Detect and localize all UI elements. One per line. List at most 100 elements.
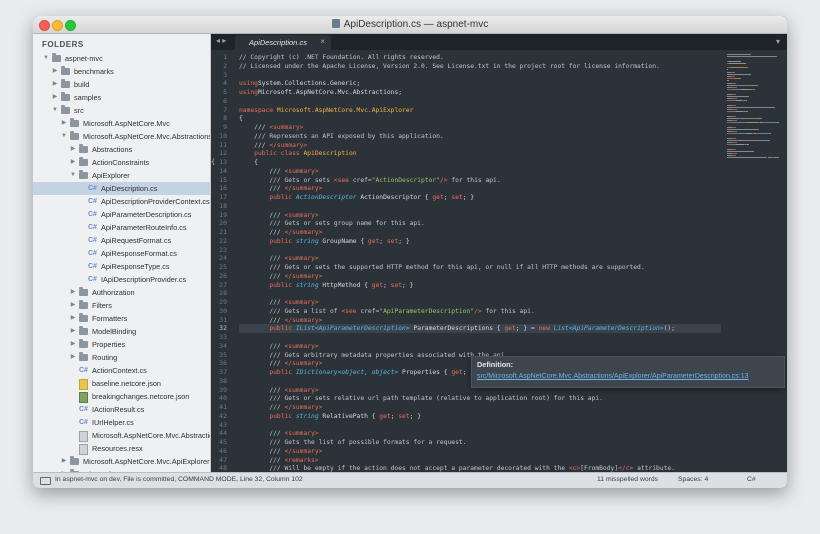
tab-nav-arrows[interactable]: ◂ ▸ bbox=[216, 36, 226, 45]
code-line[interactable]: /// <summary> bbox=[239, 123, 721, 132]
tree-item-cs[interactable]: C# ApiRequestFormat.cs bbox=[33, 234, 210, 247]
code-line[interactable]: /// <summary> bbox=[239, 167, 721, 176]
syntax-status[interactable]: C# bbox=[747, 476, 756, 483]
tab-apidescription[interactable]: ApiDescription.cs × bbox=[235, 35, 331, 50]
disclosure-closed-icon[interactable]: ▶ bbox=[70, 351, 76, 364]
code-line[interactable]: // Licensed under the Apache License, Ve… bbox=[239, 62, 721, 71]
code-line[interactable]: /// Gets or sets the supported HTTP meth… bbox=[239, 263, 721, 272]
tree-item-cs[interactable]: C# IActionResult.cs bbox=[33, 403, 210, 416]
indentation-status[interactable]: Spaces: 4 bbox=[678, 476, 708, 483]
code-line[interactable]: /// <remarks> bbox=[239, 456, 721, 465]
tree-item-cs[interactable]: C# ApiParameterDescription.cs bbox=[33, 208, 210, 221]
tree-item-folder[interactable]: ▶ Properties bbox=[33, 338, 210, 351]
disclosure-open-icon[interactable]: ▼ bbox=[43, 52, 49, 65]
code-line[interactable]: usingSystem.Collections.Generic; bbox=[239, 79, 721, 88]
code-line[interactable]: /// <summary> bbox=[239, 298, 721, 307]
code-line[interactable]: /// Gets a list of <see cref="ApiParamet… bbox=[239, 307, 721, 316]
tree-item-folder[interactable]: ▶ Microsoft.AspNetCore.Mvc.ApiExplorer bbox=[33, 455, 210, 468]
code-line[interactable]: /// Gets the list of possible formats fo… bbox=[239, 438, 721, 447]
code-line[interactable]: /// <summary> bbox=[239, 254, 721, 263]
tree-item-folder[interactable]: ▶ Formatters bbox=[33, 312, 210, 325]
close-tab-icon[interactable]: × bbox=[320, 37, 325, 46]
code-line[interactable]: { bbox=[239, 114, 721, 123]
current-code-line[interactable]: public IList<ApiParameterDescription> Pa… bbox=[239, 324, 721, 334]
code-line[interactable]: namespace Microsoft.AspNetCore.Mvc.ApiEx… bbox=[239, 106, 721, 115]
minimap[interactable] bbox=[723, 51, 787, 473]
tree-item-cs[interactable]: C# ApiResponseType.cs bbox=[33, 260, 210, 273]
code-line[interactable]: public string RelativePath { get; set; } bbox=[239, 412, 721, 421]
tree-item-file[interactable]: Resources.resx bbox=[33, 442, 210, 455]
code-line[interactable]: /// </summary> bbox=[239, 447, 721, 456]
code-line[interactable]: /// <summary> bbox=[239, 429, 721, 438]
code-line[interactable]: /// Gets or sets group name for this api… bbox=[239, 219, 721, 228]
code-line[interactable] bbox=[239, 71, 721, 80]
disclosure-open-icon[interactable]: ▼ bbox=[70, 169, 76, 182]
definition-link[interactable]: src/Microsoft.AspNetCore.Mvc.Abstraction… bbox=[477, 373, 749, 380]
disclosure-open-icon[interactable]: ▼ bbox=[52, 104, 58, 117]
code-line[interactable]: public string HttpMethod { get; set; } bbox=[239, 281, 721, 290]
tree-item-folder[interactable]: ▼ Microsoft.AspNetCore.Mvc.Abstractions bbox=[33, 130, 210, 143]
disclosure-closed-icon[interactable]: ▶ bbox=[70, 338, 76, 351]
code-line[interactable]: /// Gets or sets relative url path templ… bbox=[239, 394, 721, 403]
disclosure-closed-icon[interactable]: ▶ bbox=[52, 78, 58, 91]
tree-item-cs[interactable]: C# ApiDescription.cs bbox=[33, 182, 210, 195]
tree-item-cs[interactable]: C# ActionContext.cs bbox=[33, 364, 210, 377]
code-line[interactable] bbox=[239, 333, 721, 342]
tree-item-folder[interactable]: ▼ ApiExplorer bbox=[33, 169, 210, 182]
disclosure-closed-icon[interactable]: ▶ bbox=[61, 117, 67, 130]
fold-marker-icon[interactable]: { bbox=[211, 158, 215, 167]
code-line[interactable]: /// Represents an API exposed by this ap… bbox=[239, 132, 721, 141]
disclosure-closed-icon[interactable]: ▶ bbox=[70, 299, 76, 312]
tree-item-file[interactable]: Microsoft.AspNetCore.Mvc.Abstractions bbox=[33, 429, 210, 442]
tree-item-cs[interactable]: C# ApiResponseFormat.cs bbox=[33, 247, 210, 260]
code-line[interactable] bbox=[239, 202, 721, 211]
tree-item-cs[interactable]: C# IApiDescriptionProvider.cs bbox=[33, 273, 210, 286]
code-line[interactable]: /// </summary> bbox=[239, 228, 721, 237]
code-line[interactable]: public ActionDescriptor ActionDescriptor… bbox=[239, 193, 721, 202]
tree-item-folder[interactable]: ▶ samples bbox=[33, 91, 210, 104]
disclosure-closed-icon[interactable]: ▶ bbox=[70, 325, 76, 338]
code-editor[interactable]: 1 2 3 4 5 6 7 8 9 10 11 12 13 14 15 16 17 18 19 20 21 22 23 24 2… bbox=[211, 51, 787, 473]
tree-item-folder[interactable]: ▶ ModelBinding bbox=[33, 325, 210, 338]
disclosure-closed-icon[interactable]: ▶ bbox=[52, 65, 58, 78]
code-line[interactable]: /// </summary> bbox=[239, 403, 721, 412]
code-line[interactable]: usingMicrosoft.AspNetCore.Mvc.Abstractio… bbox=[239, 88, 721, 97]
tree-item-json[interactable]: baseline.netcore.json bbox=[33, 377, 210, 390]
code-line[interactable]: /// </summary> bbox=[239, 272, 721, 281]
code-line[interactable]: /// </summary> bbox=[239, 316, 721, 325]
tree-item-lib[interactable]: breakingchanges.netcore.json bbox=[33, 390, 210, 403]
code-line[interactable]: /// <summary> bbox=[239, 211, 721, 220]
tree-item-folder[interactable]: ▶ build bbox=[33, 78, 210, 91]
code-line[interactable] bbox=[239, 246, 721, 255]
code-line[interactable]: public string GroupName { get; set; } bbox=[239, 237, 721, 246]
code-line[interactable]: /// </summary> bbox=[239, 141, 721, 150]
tree-item-cs[interactable]: C# IUrlHelper.cs bbox=[33, 416, 210, 429]
tree-item-folder[interactable]: ▶ Routing bbox=[33, 351, 210, 364]
code-line[interactable]: // Copyright (c) .NET Foundation. All ri… bbox=[239, 53, 721, 62]
disclosure-closed-icon[interactable]: ▶ bbox=[70, 286, 76, 299]
disclosure-open-icon[interactable]: ▼ bbox=[61, 130, 67, 143]
tree-item-folder[interactable]: ▶ Authorization bbox=[33, 286, 210, 299]
code-line[interactable] bbox=[239, 97, 721, 106]
spellcheck-status[interactable]: 11 misspelled words bbox=[597, 476, 658, 483]
tree-item-folder[interactable]: ▶ Abstractions bbox=[33, 143, 210, 156]
tree-item-cs[interactable]: C# ApiDescriptionProviderContext.cs bbox=[33, 195, 210, 208]
code-line[interactable]: public class ApiDescription bbox=[239, 149, 721, 158]
tab-menu-chevron-icon[interactable]: ▾ bbox=[776, 37, 780, 46]
tree-item-folder[interactable]: ▶ Filters bbox=[33, 299, 210, 312]
disclosure-closed-icon[interactable]: ▶ bbox=[70, 312, 76, 325]
tree-item-folder[interactable]: ▶ Microsoft.AspNetCore.Mvc bbox=[33, 117, 210, 130]
tree-item-folder[interactable]: ▼ src bbox=[33, 104, 210, 117]
tree-item-folder[interactable]: ▶ ActionConstraints bbox=[33, 156, 210, 169]
disclosure-closed-icon[interactable]: ▶ bbox=[61, 455, 67, 468]
panel-toggle-icon[interactable] bbox=[40, 477, 51, 485]
code-line[interactable]: /// </summary> bbox=[239, 184, 721, 193]
tree-item-folder[interactable]: ▼ aspnet-mvc bbox=[33, 52, 210, 65]
disclosure-closed-icon[interactable]: ▶ bbox=[70, 143, 76, 156]
disclosure-closed-icon[interactable]: ▶ bbox=[52, 91, 58, 104]
tree-item-cs[interactable]: C# ApiParameterRouteInfo.cs bbox=[33, 221, 210, 234]
disclosure-closed-icon[interactable]: ▶ bbox=[70, 156, 76, 169]
tree-item-folder[interactable]: ▶ benchmarks bbox=[33, 65, 210, 78]
code-line[interactable] bbox=[239, 421, 721, 430]
code-line[interactable]: /// Gets or sets <see cref="ActionDescri… bbox=[239, 176, 721, 185]
